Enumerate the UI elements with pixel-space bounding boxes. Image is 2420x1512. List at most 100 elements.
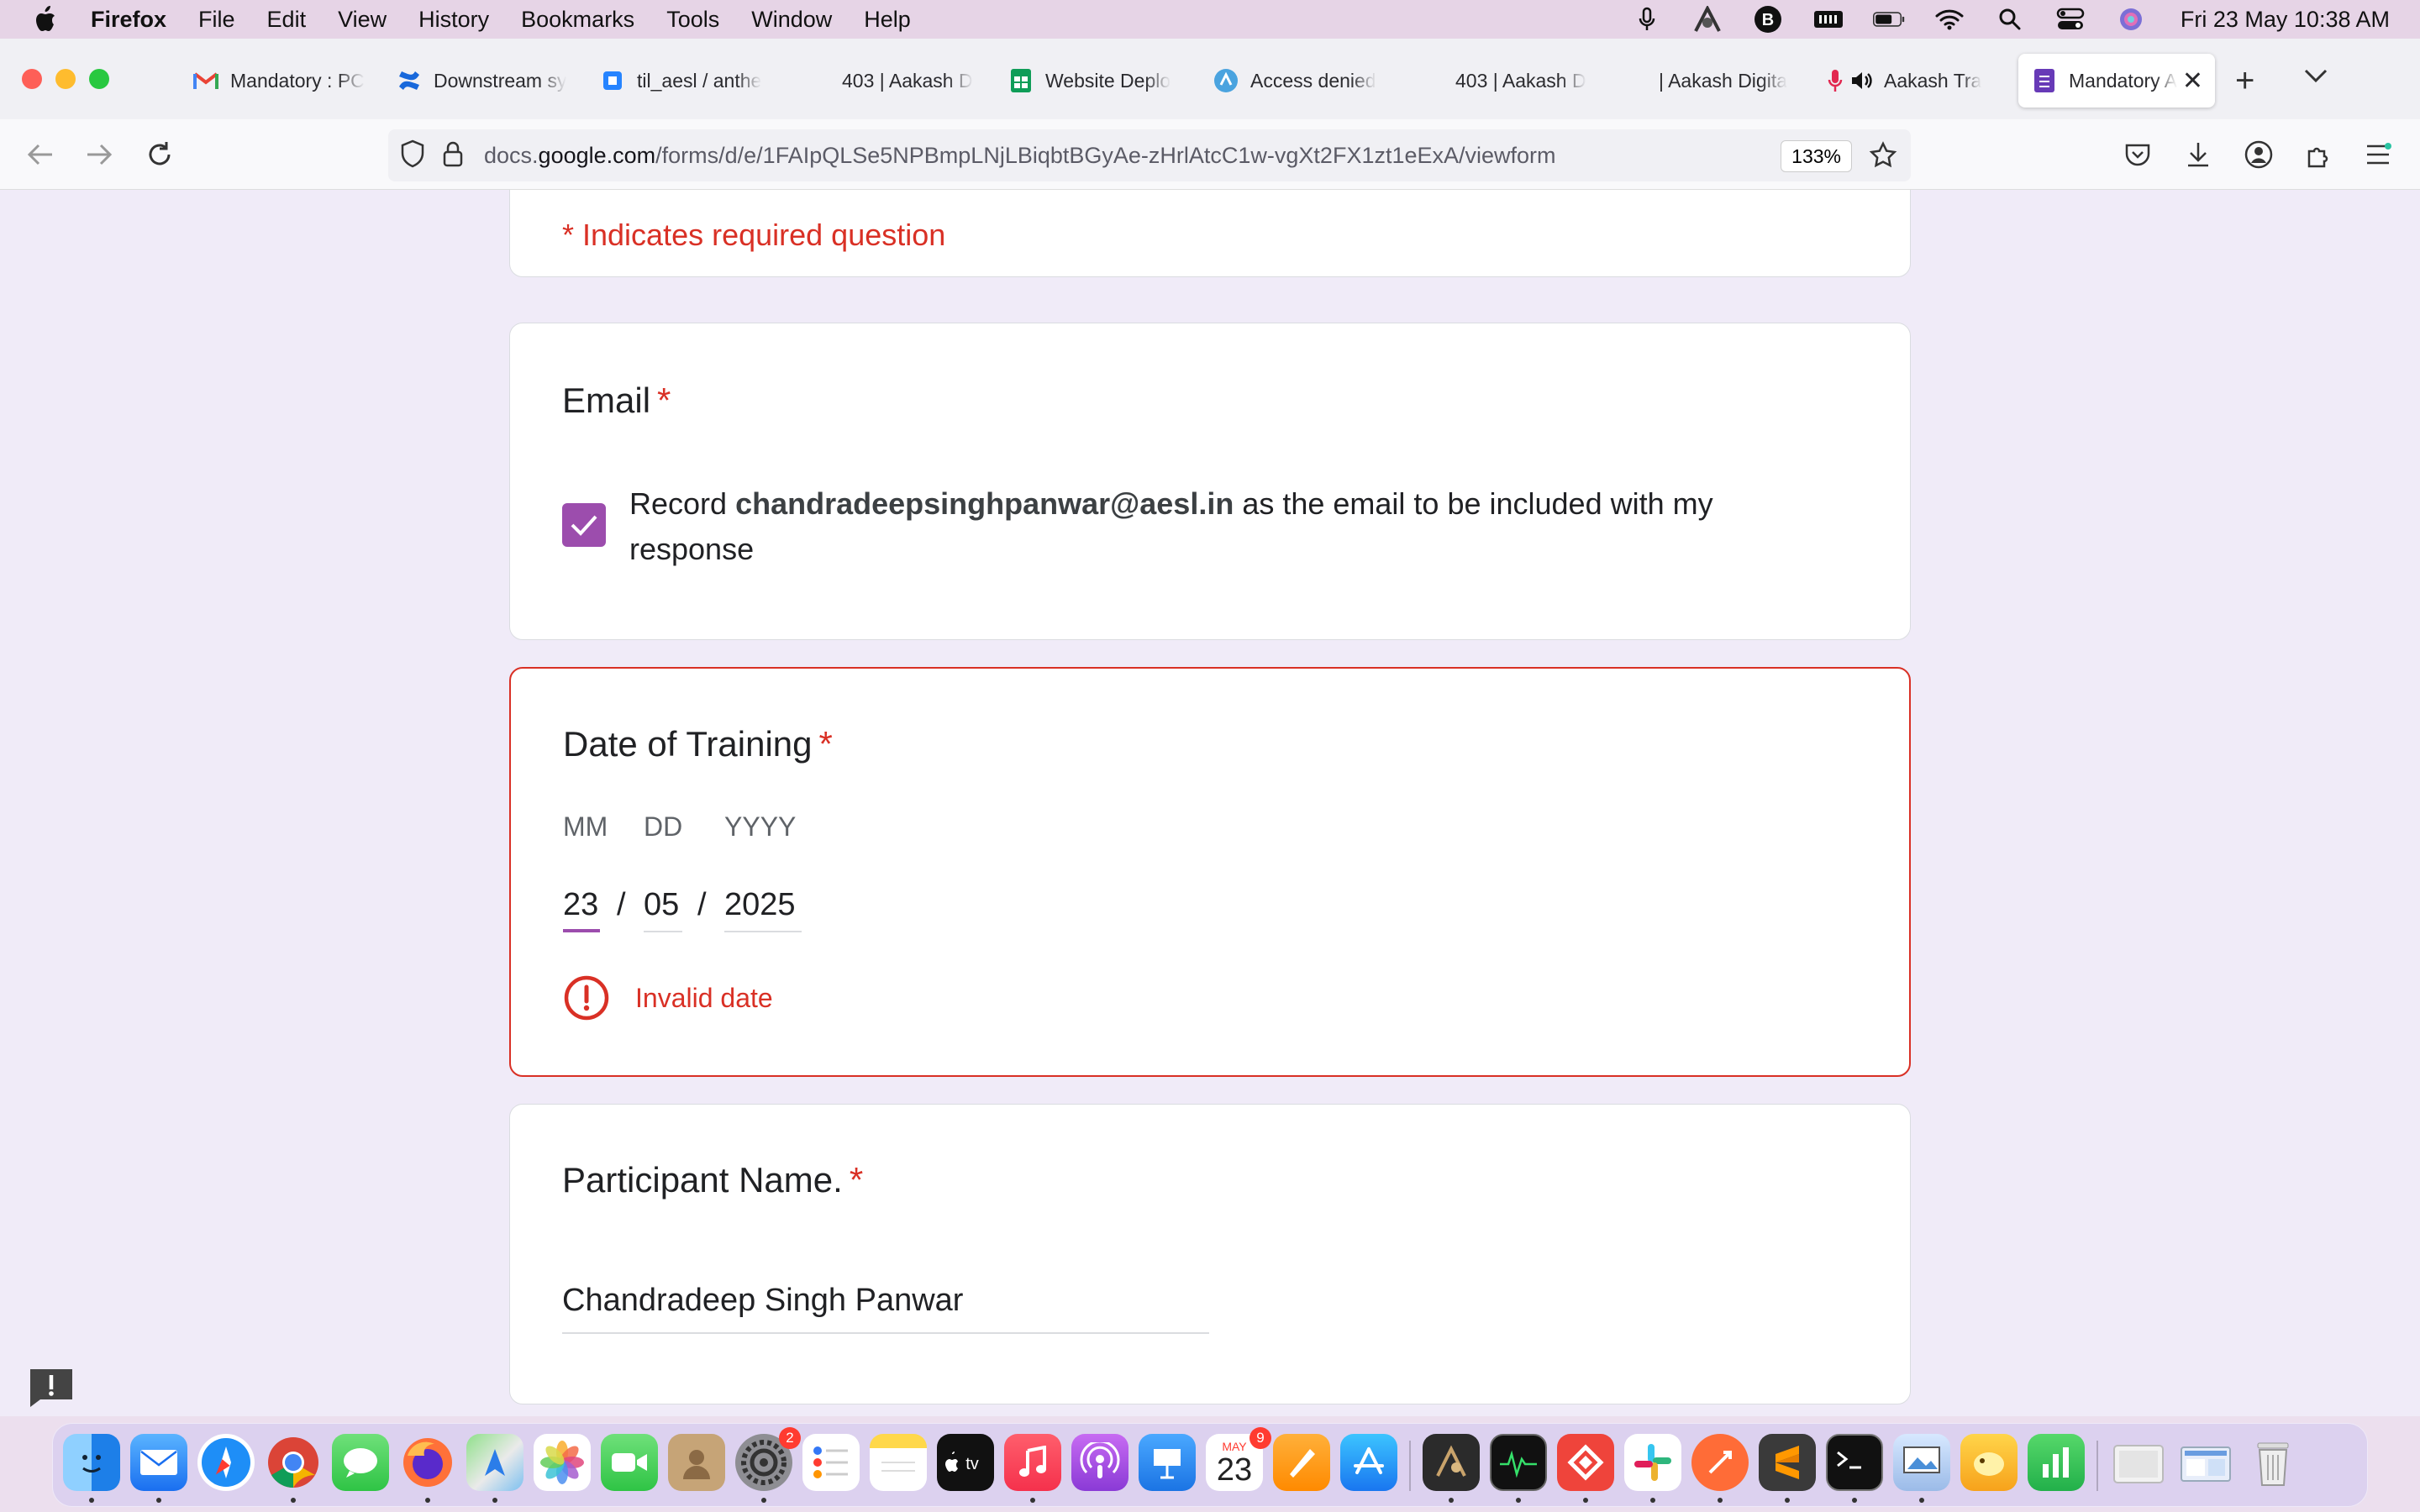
photos-icon[interactable] [534, 1434, 591, 1491]
screenshots-stack-icon[interactable] [2177, 1434, 2234, 1491]
tab-403-2[interactable]: 403 | Aakash D [1417, 54, 1593, 108]
zoom-level-indicator[interactable]: 133% [1781, 140, 1852, 172]
vpn-icon[interactable] [1691, 6, 1723, 32]
forward-arrow-icon[interactable] [81, 136, 118, 173]
menu-bar-clock[interactable]: Fri 23 May 10:38 AM [2181, 7, 2390, 33]
tab-access-denied[interactable]: Access denied [1213, 54, 1390, 108]
spotlight-search-icon[interactable] [1994, 7, 2026, 32]
microphone-icon[interactable] [1631, 7, 1663, 32]
month-input[interactable]: 23 [563, 887, 598, 923]
menu-window[interactable]: Window [751, 7, 832, 33]
music-icon[interactable] [1004, 1434, 1061, 1491]
memory-icon[interactable] [1812, 7, 1844, 32]
anydesk-icon[interactable] [1557, 1434, 1614, 1491]
facetime-icon[interactable] [601, 1434, 658, 1491]
tab-aakash-training[interactable]: Aakash Tra [1827, 54, 2003, 108]
reminders-icon[interactable] [802, 1434, 860, 1491]
close-window-button[interactable] [22, 69, 42, 89]
tab-til-aesl[interactable]: til_aesl / anthe [600, 54, 776, 108]
app-menu-hamburger-icon[interactable] [2360, 136, 2396, 173]
app-store-icon[interactable] [1340, 1434, 1397, 1491]
report-feedback-icon[interactable] [29, 1368, 74, 1408]
close-tab-icon[interactable]: ✕ [2182, 66, 2203, 96]
tab-mandatory-pc[interactable]: Mandatory : PC [193, 54, 370, 108]
maps-icon[interactable] [466, 1434, 523, 1491]
numbers-icon[interactable] [2028, 1434, 2085, 1491]
bookmark-star-icon[interactable] [1869, 141, 1897, 174]
navigation-toolbar: docs.google.com/forms/d/e/1FAIpQLSe5NPBm… [0, 119, 2420, 190]
pages-icon[interactable] [1273, 1434, 1330, 1491]
tab-403-1[interactable]: 403 | Aakash D [803, 54, 980, 108]
apple-tv-icon[interactable]: tv [937, 1434, 994, 1491]
menu-bookmarks[interactable]: Bookmarks [521, 7, 634, 33]
day-input[interactable]: 05 [644, 887, 679, 923]
downloads-icon[interactable] [2180, 136, 2217, 173]
contacts-icon[interactable] [668, 1434, 725, 1491]
record-email-label[interactable]: Record chandradeepsinghpanwar@aesl.in as… [629, 481, 1823, 572]
back-arrow-icon[interactable] [22, 136, 59, 173]
calendar-day: 23 [1216, 1452, 1253, 1488]
firefox-icon[interactable] [399, 1434, 456, 1491]
record-email-checkbox[interactable] [562, 503, 606, 547]
activity-monitor-icon[interactable] [1490, 1434, 1547, 1491]
new-tab-plus-icon[interactable]: + [2235, 62, 2254, 100]
menu-history[interactable]: History [418, 7, 489, 33]
wifi-icon[interactable] [1933, 7, 1965, 32]
apple-icon[interactable] [32, 5, 57, 34]
form-header-card: * Indicates required question [509, 190, 1911, 277]
account-icon[interactable] [2240, 136, 2277, 173]
google-forms-icon [2032, 68, 2057, 93]
safari-icon[interactable] [197, 1434, 255, 1491]
keynote-icon[interactable] [1139, 1434, 1196, 1491]
chrome-icon[interactable] [265, 1434, 322, 1491]
siri-icon[interactable] [2115, 7, 2147, 32]
speaker-icon[interactable] [1850, 68, 1872, 93]
control-center-icon[interactable] [2054, 7, 2086, 32]
extensions-icon[interactable] [2301, 136, 2338, 173]
notes-icon[interactable] [870, 1434, 927, 1491]
running-indicator [291, 1498, 296, 1503]
participant-name-input[interactable]: Chandradeep Singh Panwar [562, 1283, 1209, 1334]
year-input[interactable]: 2025 [724, 887, 796, 923]
tableplus-icon[interactable] [1960, 1434, 2018, 1491]
trash-icon[interactable] [2244, 1434, 2302, 1491]
slack-icon[interactable] [1624, 1434, 1681, 1491]
email-question-card: Email * Record chandradeepsinghpanwar@aes… [509, 323, 1911, 640]
terminal-icon[interactable] [1826, 1434, 1883, 1491]
lock-icon[interactable] [442, 140, 464, 171]
menu-edit[interactable]: Edit [267, 7, 307, 33]
tab-bar: Mandatory : PC Downstream sy til_aesl / … [0, 39, 2420, 119]
downloads-stack-icon[interactable] [2110, 1434, 2167, 1491]
zoom-window-button[interactable] [89, 69, 109, 89]
finder-icon[interactable] [63, 1434, 120, 1491]
battery-icon[interactable] [1872, 7, 1905, 32]
menu-help[interactable]: Help [864, 7, 911, 33]
running-indicator [1583, 1498, 1588, 1503]
reload-icon[interactable] [141, 136, 178, 173]
question-title: Date of Training * [563, 724, 833, 764]
tab-mandatory-active[interactable]: Mandatory A ✕ [2018, 54, 2215, 108]
dock-separator [1409, 1441, 1411, 1491]
pocket-icon[interactable] [2119, 136, 2156, 173]
mail-icon[interactable] [130, 1434, 187, 1491]
tracking-shield-icon[interactable] [400, 139, 425, 172]
menu-file[interactable]: File [198, 7, 235, 33]
postman-icon[interactable] [1691, 1434, 1749, 1491]
script-editor-icon[interactable] [1423, 1434, 1480, 1491]
profile-b-icon[interactable]: B [1752, 6, 1784, 33]
svg-text:B: B [1762, 11, 1774, 29]
tab-downstream[interactable]: Downstream sy [397, 54, 573, 108]
url-text[interactable]: docs.google.com/forms/d/e/1FAIpQLSe5NPBm… [484, 143, 1556, 169]
menu-firefox[interactable]: Firefox [91, 7, 166, 33]
podcasts-icon[interactable] [1071, 1434, 1128, 1491]
minimize-window-button[interactable] [55, 69, 76, 89]
preview-icon[interactable] [1893, 1434, 1950, 1491]
address-bar[interactable]: docs.google.com/forms/d/e/1FAIpQLSe5NPBm… [388, 129, 1911, 181]
tab-aakash-digital[interactable]: | Aakash Digita [1622, 54, 1798, 108]
sublime-text-icon[interactable] [1759, 1434, 1816, 1491]
menu-view[interactable]: View [338, 7, 387, 33]
list-all-tabs-chevron-icon[interactable] [2302, 66, 2329, 90]
menu-tools[interactable]: Tools [666, 7, 719, 33]
tab-website-deploy[interactable]: Website Deplo [1008, 54, 1185, 108]
messages-icon[interactable] [332, 1434, 389, 1491]
